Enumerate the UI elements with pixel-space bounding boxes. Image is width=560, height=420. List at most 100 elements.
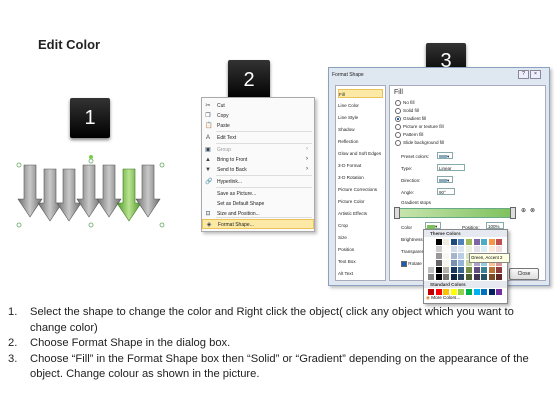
- preset-colors-dropdown[interactable]: ▾: [437, 152, 453, 159]
- color-swatch[interactable]: [473, 239, 480, 245]
- gradient-stop-left[interactable]: [394, 207, 400, 219]
- color-swatch[interactable]: [496, 274, 503, 280]
- nav-item[interactable]: Picture Color: [338, 197, 383, 206]
- standard-color-swatch[interactable]: [450, 289, 457, 295]
- nav-item[interactable]: Size: [338, 233, 383, 242]
- standard-color-swatch[interactable]: [466, 289, 472, 295]
- color-swatch[interactable]: [435, 260, 442, 266]
- color-swatch[interactable]: [428, 267, 434, 273]
- nav-item[interactable]: Alt Text: [338, 269, 383, 278]
- radio-button[interactable]: [395, 132, 401, 138]
- color-swatch[interactable]: [450, 260, 457, 266]
- color-swatch[interactable]: [496, 239, 503, 245]
- color-swatch[interactable]: [428, 239, 434, 245]
- color-swatch[interactable]: [443, 253, 450, 259]
- color-swatch[interactable]: [488, 267, 495, 273]
- color-swatch[interactable]: [428, 253, 434, 259]
- color-swatch[interactable]: [488, 239, 495, 245]
- color-swatch[interactable]: [443, 267, 450, 273]
- color-swatch[interactable]: [450, 246, 457, 252]
- gradient-stop-right[interactable]: [510, 207, 516, 219]
- color-swatch[interactable]: [458, 274, 465, 280]
- radio-button[interactable]: [395, 140, 401, 146]
- remove-stop-icon[interactable]: ⊗: [530, 207, 535, 214]
- fill-option[interactable]: Picture or texture fill: [395, 124, 444, 130]
- color-swatch[interactable]: [496, 246, 503, 252]
- color-swatch[interactable]: [428, 260, 434, 266]
- nav-item[interactable]: Crop: [338, 221, 383, 230]
- color-swatch[interactable]: [450, 239, 457, 245]
- close-icon[interactable]: ×: [530, 70, 541, 79]
- add-stop-icon[interactable]: ⊕: [521, 207, 526, 214]
- fill-option[interactable]: Gradient fill: [395, 116, 426, 122]
- standard-color-swatch[interactable]: [488, 289, 495, 295]
- nav-item[interactable]: Glow and Soft Edges: [338, 149, 383, 158]
- color-swatch[interactable]: [458, 246, 465, 252]
- radio-button[interactable]: [395, 100, 401, 106]
- color-swatch[interactable]: [458, 267, 465, 273]
- context-menu-item[interactable]: ◈ Format Shape...: [202, 219, 314, 229]
- context-menu-item[interactable]: 🔗 Hyperlink...: [202, 177, 314, 187]
- nav-item[interactable]: 3-D Format: [338, 161, 383, 170]
- color-swatch[interactable]: [450, 253, 457, 259]
- standard-color-swatch[interactable]: [428, 289, 434, 295]
- color-swatch[interactable]: [450, 274, 457, 280]
- context-menu-item[interactable]: ▼ Send to Back ›: [202, 165, 314, 175]
- fill-option[interactable]: Solid fill: [395, 108, 419, 114]
- radio-button[interactable]: [395, 116, 401, 122]
- color-swatch[interactable]: [428, 246, 434, 252]
- nav-item[interactable]: Position: [338, 245, 383, 254]
- color-swatch[interactable]: [443, 239, 450, 245]
- standard-color-swatch[interactable]: [458, 289, 465, 295]
- color-picker-button[interactable]: ▾: [425, 222, 441, 229]
- color-swatch[interactable]: [435, 274, 442, 280]
- direction-dropdown[interactable]: ▾: [437, 176, 453, 183]
- more-colors-item[interactable]: ◉ More Colors...: [426, 295, 460, 301]
- nav-item[interactable]: Line Style: [338, 113, 383, 122]
- color-swatch[interactable]: [435, 267, 442, 273]
- context-menu-item[interactable]: ✂ Cut: [202, 101, 314, 111]
- color-swatch[interactable]: [488, 246, 495, 252]
- nav-item[interactable]: Text Box: [338, 257, 383, 266]
- color-swatch[interactable]: [481, 239, 488, 245]
- color-swatch[interactable]: [466, 239, 472, 245]
- help-icon[interactable]: ?: [518, 70, 529, 79]
- color-swatch[interactable]: [458, 253, 465, 259]
- radio-button[interactable]: [395, 108, 401, 114]
- color-swatch[interactable]: [466, 274, 472, 280]
- nav-item[interactable]: Reflection: [338, 137, 383, 146]
- context-menu-item[interactable]: Set as Default Shape: [202, 199, 314, 209]
- nav-item[interactable]: Picture Corrections: [338, 185, 383, 194]
- color-swatch[interactable]: [428, 274, 434, 280]
- fill-option[interactable]: Pattern fill: [395, 132, 423, 138]
- standard-color-swatch[interactable]: [443, 289, 450, 295]
- color-swatch[interactable]: [473, 267, 480, 273]
- standard-color-swatch[interactable]: [481, 289, 488, 295]
- standard-color-swatch[interactable]: [496, 289, 503, 295]
- radio-button[interactable]: [395, 124, 401, 130]
- context-menu-item[interactable]: Save as Picture...: [202, 189, 314, 199]
- nav-item[interactable]: Line Color: [338, 101, 383, 110]
- nav-item[interactable]: Fill: [338, 89, 383, 98]
- context-menu-item[interactable]: 📋 Paste: [202, 121, 314, 131]
- angle-input[interactable]: 90°: [437, 188, 455, 195]
- color-swatch[interactable]: [473, 274, 480, 280]
- color-swatch[interactable]: [443, 260, 450, 266]
- color-swatch[interactable]: [488, 274, 495, 280]
- context-menu-item[interactable]: ▣ Group ›: [202, 145, 314, 155]
- context-menu-item[interactable]: ❐ Copy: [202, 111, 314, 121]
- position-input[interactable]: 100%: [486, 222, 504, 229]
- color-swatch[interactable]: [450, 267, 457, 273]
- color-swatch[interactable]: [466, 267, 472, 273]
- color-swatch[interactable]: [435, 253, 442, 259]
- color-swatch[interactable]: [481, 267, 488, 273]
- type-dropdown[interactable]: Linear: [437, 164, 465, 171]
- color-swatch[interactable]: [458, 260, 465, 266]
- context-menu-item[interactable]: ▲ Bring to Front ›: [202, 155, 314, 165]
- color-swatch[interactable]: [481, 246, 488, 252]
- fill-option[interactable]: No fill: [395, 100, 415, 106]
- color-swatch[interactable]: [458, 239, 465, 245]
- color-swatch[interactable]: [443, 274, 450, 280]
- color-swatch[interactable]: [466, 246, 472, 252]
- standard-color-swatch[interactable]: [473, 289, 480, 295]
